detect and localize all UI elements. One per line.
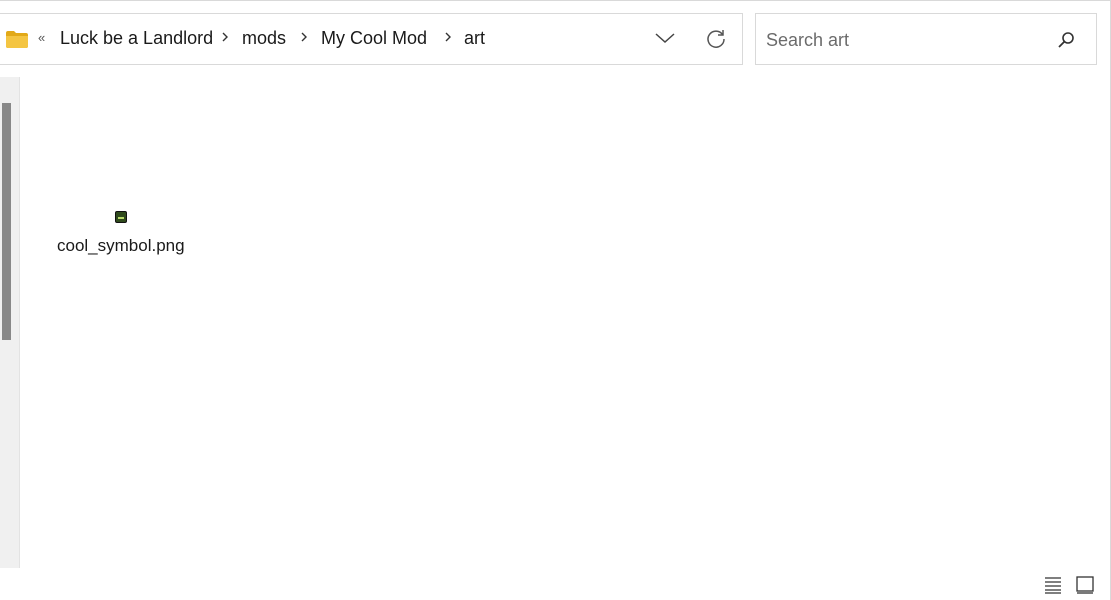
breadcrumb-item-luck-be-a-landlord[interactable]: Luck be a Landlord	[60, 28, 213, 49]
breadcrumb-item-my-cool-mod[interactable]: My Cool Mod	[321, 28, 427, 49]
search-box[interactable]	[755, 13, 1097, 65]
chevron-down-icon[interactable]	[654, 31, 676, 45]
tiles-view-icon[interactable]	[1075, 575, 1095, 595]
file-explorer-window: « Luck be a Landlord mods My Cool Mod ar…	[0, 0, 1111, 600]
folder-icon	[6, 31, 28, 48]
refresh-icon[interactable]	[705, 28, 727, 50]
file-item[interactable]: cool_symbol.png	[52, 207, 192, 265]
search-input[interactable]	[766, 28, 1046, 52]
chevron-right-icon[interactable]	[299, 29, 309, 45]
chevron-right-icon[interactable]	[220, 29, 230, 45]
breadcrumb-item-mods[interactable]: mods	[242, 28, 286, 49]
chevron-right-icon[interactable]	[443, 29, 453, 45]
breadcrumb-overflow-button[interactable]: «	[38, 30, 45, 45]
search-icon[interactable]	[1056, 30, 1076, 50]
details-view-icon[interactable]	[1043, 575, 1063, 595]
file-name: cool_symbol.png	[57, 236, 185, 255]
navigation-pane-scrollbar[interactable]	[2, 103, 11, 340]
breadcrumb-item-art[interactable]: art	[464, 28, 485, 49]
address-bar[interactable]: « Luck be a Landlord mods My Cool Mod ar…	[0, 13, 743, 65]
file-list-area[interactable]: cool_symbol.png	[22, 77, 1107, 568]
navigation-pane	[0, 77, 20, 568]
png-thumbnail-icon	[115, 211, 127, 223]
